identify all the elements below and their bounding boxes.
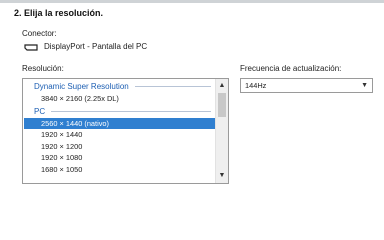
group-header-label: Dynamic Super Resolution	[34, 82, 129, 91]
resolution-label: Resolución:	[22, 64, 64, 73]
resolution-item[interactable]: 1920 × 1080	[24, 152, 215, 164]
chevron-down-icon: ▼	[361, 82, 368, 89]
scroll-up-arrow-icon[interactable]: ▲	[216, 80, 228, 92]
refresh-rate-value: 144Hz	[245, 81, 267, 90]
connector-row: DisplayPort - Pantalla del PC	[24, 42, 147, 51]
listbox-scrollbar[interactable]: ▲ ▼	[215, 79, 228, 183]
scroll-thumb[interactable]	[218, 93, 226, 117]
resolution-item-selected[interactable]: 2560 × 1440 (nativo)	[24, 117, 215, 129]
connector-value: DisplayPort - Pantalla del PC	[44, 42, 148, 51]
scroll-down-arrow-icon[interactable]: ▼	[216, 170, 228, 182]
refresh-rate-label: Frecuencia de actualización:	[240, 64, 342, 73]
resolution-item[interactable]: 1920 × 1440	[24, 129, 215, 141]
group-header-pc: PC	[24, 105, 215, 118]
resolution-listbox[interactable]: Dynamic Super Resolution 3840 × 2160 (2.…	[22, 78, 229, 184]
top-divider	[0, 0, 384, 3]
group-divider	[51, 110, 211, 112]
connector-label: Conector:	[22, 29, 57, 38]
resolution-list: Dynamic Super Resolution 3840 × 2160 (2.…	[24, 80, 215, 175]
resolution-item[interactable]: 3840 × 2160 (2.25x DL)	[24, 93, 215, 105]
refresh-rate-dropdown[interactable]: 144Hz ▼	[240, 78, 373, 93]
section-title: 2. Elija la resolución.	[14, 8, 104, 18]
resolution-item[interactable]: 1680 × 1050	[24, 164, 215, 176]
group-header-label: PC	[34, 106, 46, 116]
resolution-item[interactable]: 1920 × 1200	[24, 141, 215, 153]
group-header-dsr: Dynamic Super Resolution	[24, 80, 215, 93]
group-divider	[134, 86, 211, 87]
displayport-icon	[24, 43, 38, 51]
